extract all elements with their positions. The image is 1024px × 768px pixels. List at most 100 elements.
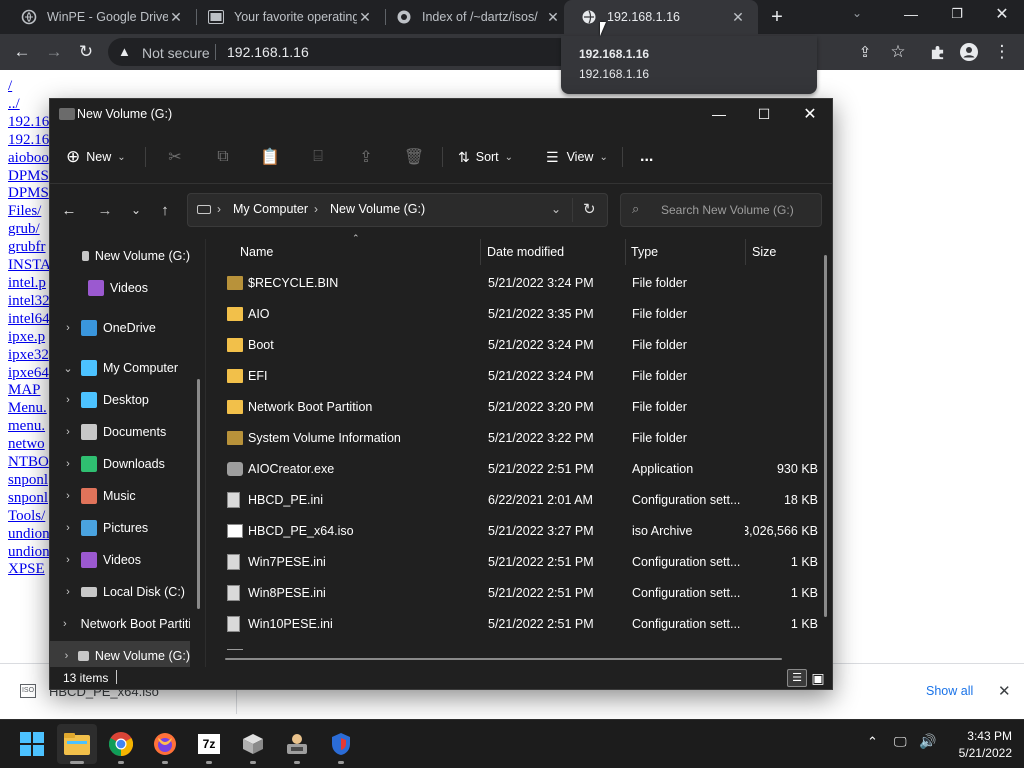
directory-link[interactable]: ipxe32 bbox=[8, 347, 50, 365]
directory-link[interactable]: ipxe64 bbox=[8, 365, 50, 383]
delete-trash-icon[interactable]: 🗑 bbox=[400, 143, 428, 171]
file-row[interactable]: Win7PESE.ini 5/21/2022 2:51 PM Configurati… bbox=[215, 546, 827, 577]
nav-item[interactable]: › OneDrive bbox=[50, 313, 190, 343]
search-input[interactable]: ⌕ Search New Volume (G:) bbox=[620, 193, 822, 227]
directory-link[interactable]: snponl bbox=[8, 472, 50, 490]
profile-avatar-icon[interactable] bbox=[955, 34, 983, 70]
file-row[interactable]: System Volume Information 5/21/2022 3:22 … bbox=[215, 422, 827, 453]
tab-winpe-google-drive[interactable]: WinPE - Google Drive ✕ bbox=[0, 0, 196, 34]
expand-chevron-icon[interactable]: › bbox=[63, 522, 73, 534]
nav-item[interactable]: › Videos bbox=[50, 545, 190, 575]
reload-icon[interactable]: ↻ bbox=[72, 34, 100, 70]
nav-item[interactable]: Videos bbox=[50, 273, 190, 303]
column-date-modified[interactable]: Date modified bbox=[487, 239, 564, 265]
file-list-horizontal-scrollbar[interactable] bbox=[225, 658, 782, 660]
directory-link[interactable]: snponl bbox=[8, 490, 50, 508]
directory-link[interactable]: undion bbox=[8, 544, 50, 562]
chrome-icon[interactable] bbox=[101, 724, 141, 764]
bookmark-star-icon[interactable]: ☆ bbox=[884, 34, 912, 70]
nav-item[interactable]: ⌄ My Computer bbox=[50, 353, 190, 383]
nav-item[interactable]: › Network Boot Partition bbox=[50, 609, 190, 639]
file-explorer-icon[interactable] bbox=[57, 724, 97, 764]
close-tab-icon[interactable]: ✕ bbox=[168, 9, 184, 26]
forward-arrow-icon[interactable]: → bbox=[40, 34, 68, 70]
maximize-window-icon[interactable]: ☐ bbox=[741, 99, 787, 129]
forward-arrow-icon[interactable]: → bbox=[92, 197, 118, 223]
column-separator[interactable] bbox=[625, 239, 626, 265]
nav-item[interactable]: › Documents bbox=[50, 417, 190, 447]
expand-chevron-icon[interactable]: › bbox=[63, 394, 73, 406]
expand-chevron-icon[interactable]: › bbox=[63, 322, 73, 334]
refresh-icon[interactable]: ↻ bbox=[583, 200, 596, 218]
close-browser-icon[interactable]: ✕ bbox=[987, 4, 1017, 24]
file-row[interactable]: HBCD_PE.ini 6/22/2021 2:01 AM Configuratio… bbox=[215, 484, 827, 515]
expand-chevron-icon[interactable]: › bbox=[63, 458, 73, 470]
directory-link[interactable]: DPMS bbox=[8, 168, 50, 186]
directory-link[interactable]: DPMS bbox=[8, 185, 50, 203]
directory-link[interactable]: / bbox=[8, 78, 50, 96]
file-list-vertical-scrollbar[interactable] bbox=[824, 255, 827, 617]
address-history-chevron-icon[interactable]: ⌄ bbox=[551, 202, 561, 216]
view-button[interactable]: ☰ View ⌄ bbox=[546, 139, 608, 175]
volume-icon[interactable]: 🔊 bbox=[919, 733, 936, 750]
sort-button[interactable]: ⇅ Sort ⌄ bbox=[458, 139, 513, 175]
extensions-puzzle-icon[interactable] bbox=[923, 34, 951, 70]
tab-search-chevron-icon[interactable]: ⌄ bbox=[852, 6, 862, 20]
copy-icon[interactable]: ⧉ bbox=[209, 143, 237, 171]
breadcrumb-my-computer[interactable]: My Computer bbox=[233, 202, 308, 216]
expand-chevron-icon[interactable]: › bbox=[63, 426, 73, 438]
directory-link[interactable]: 192.16 bbox=[8, 114, 50, 132]
column-size[interactable]: Size bbox=[752, 239, 776, 265]
nav-item[interactable]: › Desktop bbox=[50, 385, 190, 415]
close-tab-icon[interactable]: ✕ bbox=[730, 9, 746, 26]
url-text[interactable]: 192.168.1.16 bbox=[227, 44, 309, 60]
nav-item[interactable]: › Local Disk (C:) bbox=[50, 577, 190, 607]
paste-icon[interactable]: 📋 bbox=[256, 143, 284, 171]
close-tab-icon[interactable]: ✕ bbox=[545, 9, 561, 26]
minimize-icon[interactable]: — bbox=[896, 6, 926, 26]
column-type[interactable]: Type bbox=[631, 239, 658, 265]
chrome-menu-icon[interactable]: ⋮ bbox=[988, 34, 1016, 70]
shield-app-icon[interactable] bbox=[321, 724, 361, 764]
aio-box-icon[interactable] bbox=[233, 724, 273, 764]
7zip-icon[interactable]: 7z bbox=[189, 724, 229, 764]
tab-192-168-1-16[interactable]: 192.168.1.16 ✕ bbox=[564, 0, 758, 34]
nav-pane-scrollbar[interactable] bbox=[197, 379, 200, 609]
file-row[interactable]: AIO 5/21/2022 3:35 PM File folder bbox=[215, 298, 827, 329]
directory-link[interactable]: aioboo bbox=[8, 150, 50, 168]
up-arrow-icon[interactable]: ↑ bbox=[152, 197, 178, 223]
close-download-bar-icon[interactable]: ✕ bbox=[998, 682, 1011, 700]
share-icon[interactable]: ⇪ bbox=[851, 34, 879, 70]
column-separator[interactable] bbox=[480, 239, 481, 265]
nav-item[interactable]: › Music bbox=[50, 481, 190, 511]
directory-link[interactable]: intel32 bbox=[8, 293, 50, 311]
directory-link[interactable]: undion bbox=[8, 526, 50, 544]
directory-link[interactable]: 192.16 bbox=[8, 132, 50, 150]
system-clock[interactable]: 3:43 PM 5/21/2022 bbox=[946, 728, 1012, 762]
start-icon[interactable] bbox=[12, 724, 52, 764]
directory-link[interactable]: Menu. bbox=[8, 400, 50, 418]
new-button[interactable]: ⊕ New ⌄ bbox=[66, 139, 126, 175]
file-row[interactable]: $RECYCLE.BIN 5/21/2022 3:24 PM File folder bbox=[215, 267, 827, 298]
back-arrow-icon[interactable]: ← bbox=[8, 34, 36, 70]
file-row[interactable]: HBCD_PE_x64.iso 5/21/2022 3:27 PM iso Arch… bbox=[215, 515, 827, 546]
firefox-icon[interactable] bbox=[145, 724, 185, 764]
directory-link[interactable]: ipxe.p bbox=[8, 329, 50, 347]
file-row[interactable]: AIOCreator.exe 5/21/2022 2:51 PM Applicati… bbox=[215, 453, 827, 484]
column-separator[interactable] bbox=[745, 239, 746, 265]
directory-link[interactable]: netwo bbox=[8, 436, 50, 454]
aio-creator-icon[interactable] bbox=[277, 724, 317, 764]
minimize-window-icon[interactable]: — bbox=[696, 99, 742, 129]
file-row[interactable]: Win10PESE.ini 5/21/2022 2:51 PM Configurat… bbox=[215, 608, 827, 639]
address-bar[interactable]: › My Computer › New Volume (G:) ⌄ ↻ bbox=[187, 193, 608, 227]
expand-chevron-icon[interactable]: ⌄ bbox=[63, 362, 73, 375]
breadcrumb-new-volume[interactable]: New Volume (G:) bbox=[330, 202, 425, 216]
nav-item[interactable]: › Pictures bbox=[50, 513, 190, 543]
more-options-button[interactable]: ... bbox=[640, 139, 653, 175]
nav-item[interactable]: New Volume (G:) bbox=[50, 241, 190, 271]
close-window-icon[interactable]: ✕ bbox=[787, 99, 833, 129]
recent-locations-chevron-icon[interactable]: ⌄ bbox=[123, 197, 149, 223]
file-row[interactable]: Network Boot Partition 5/21/2022 3:20 PM F… bbox=[215, 391, 827, 422]
close-tab-icon[interactable]: ✕ bbox=[357, 9, 373, 26]
show-all-button[interactable]: Show all bbox=[926, 684, 973, 698]
